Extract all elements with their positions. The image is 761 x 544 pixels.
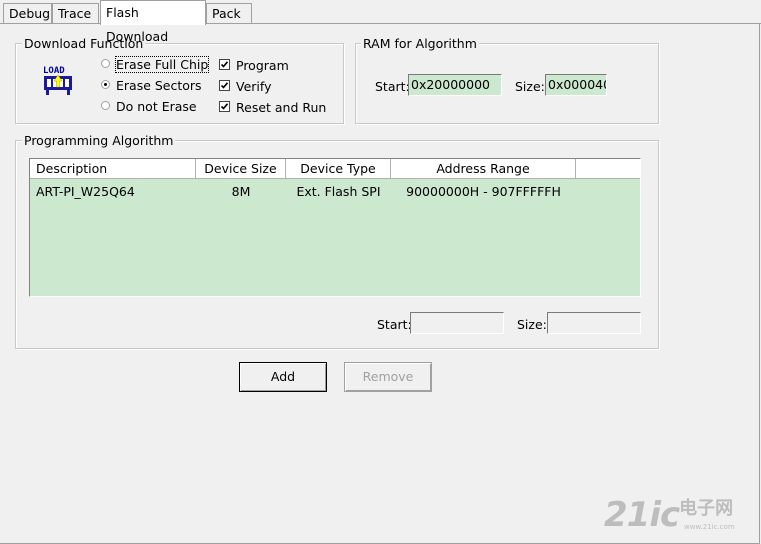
table-row-size[interactable]: 8M xyxy=(196,185,286,199)
col-description-header[interactable]: Description xyxy=(30,159,196,179)
table-row-range[interactable]: 90000000H - 907FFFFFH xyxy=(391,185,576,199)
tab-flash-download-label: Flash Download xyxy=(106,5,169,44)
do-not-erase-label[interactable]: Do not Erase xyxy=(116,99,197,114)
load-icon-text: LOAD xyxy=(43,66,65,76)
reset-and-run-checkbox[interactable] xyxy=(219,101,230,112)
erase-sectors-radio[interactable] xyxy=(101,80,110,89)
verify-checkbox[interactable] xyxy=(219,80,230,91)
reset-and-run-label[interactable]: Reset and Run xyxy=(236,100,326,115)
checkmark-icon xyxy=(220,61,229,68)
watermark-text: 21ic xyxy=(604,495,680,535)
tab-pack-label: Pack xyxy=(212,6,241,21)
erase-full-chip-radio[interactable] xyxy=(101,59,110,68)
tab-debug[interactable]: Debug xyxy=(3,3,52,23)
algorithm-table[interactable]: Description Device Size Device Type Addr… xyxy=(29,158,641,297)
algorithm-size-label: Size: xyxy=(517,317,547,332)
algorithm-size-input[interactable] xyxy=(547,312,641,334)
load-icon: LOAD xyxy=(41,62,75,96)
program-label[interactable]: Program xyxy=(236,58,289,73)
program-checkbox[interactable] xyxy=(219,59,230,70)
col-address-range-header[interactable]: Address Range xyxy=(391,159,576,179)
tab-debug-label: Debug xyxy=(9,6,51,21)
algorithm-start-input[interactable] xyxy=(410,312,504,334)
algorithm-table-header: Description Device Size Device Type Addr… xyxy=(30,159,640,179)
watermark-logo: 21ic电子网 www.21ic.com xyxy=(604,495,735,535)
tab-flash-download[interactable]: Flash Download xyxy=(100,0,206,44)
tab-pack[interactable]: Pack xyxy=(206,3,252,23)
col-device-size-header[interactable]: Device Size xyxy=(196,159,286,179)
watermark-url: www.21ic.com xyxy=(684,523,735,531)
remove-button[interactable]: Remove xyxy=(344,362,432,392)
ram-start-label: Start: xyxy=(375,79,410,94)
watermark-cn: 电子网 xyxy=(679,498,734,519)
do-not-erase-radio[interactable] xyxy=(101,101,110,110)
add-button[interactable]: Add xyxy=(239,362,327,392)
erase-full-chip-label[interactable]: Erase Full Chip xyxy=(114,56,210,73)
verify-label[interactable]: Verify xyxy=(236,79,271,94)
flash-download-panel: Download Function LOAD Erase Full Chip E… xyxy=(0,24,760,544)
algorithm-start-label: Start: xyxy=(377,317,412,332)
programming-algorithm-title: Programming Algorithm xyxy=(22,133,176,148)
table-row-description[interactable]: ART-PI_W25Q64 xyxy=(36,185,135,199)
table-row-type[interactable]: Ext. Flash SPI xyxy=(286,185,391,199)
checkmark-icon xyxy=(220,82,229,89)
col-device-type-header[interactable]: Device Type xyxy=(286,159,391,179)
erase-sectors-label[interactable]: Erase Sectors xyxy=(116,78,202,93)
ram-start-input[interactable]: 0x20000000 xyxy=(408,74,502,96)
checkmark-icon xyxy=(220,103,229,110)
tab-trace-label: Trace xyxy=(58,6,92,21)
ram-for-algorithm-title: RAM for Algorithm xyxy=(361,36,479,51)
ram-size-input[interactable]: 0x000040 xyxy=(545,74,607,96)
col-filler-header xyxy=(576,159,640,179)
ram-size-label: Size: xyxy=(515,79,545,94)
tab-trace[interactable]: Trace xyxy=(52,3,99,23)
